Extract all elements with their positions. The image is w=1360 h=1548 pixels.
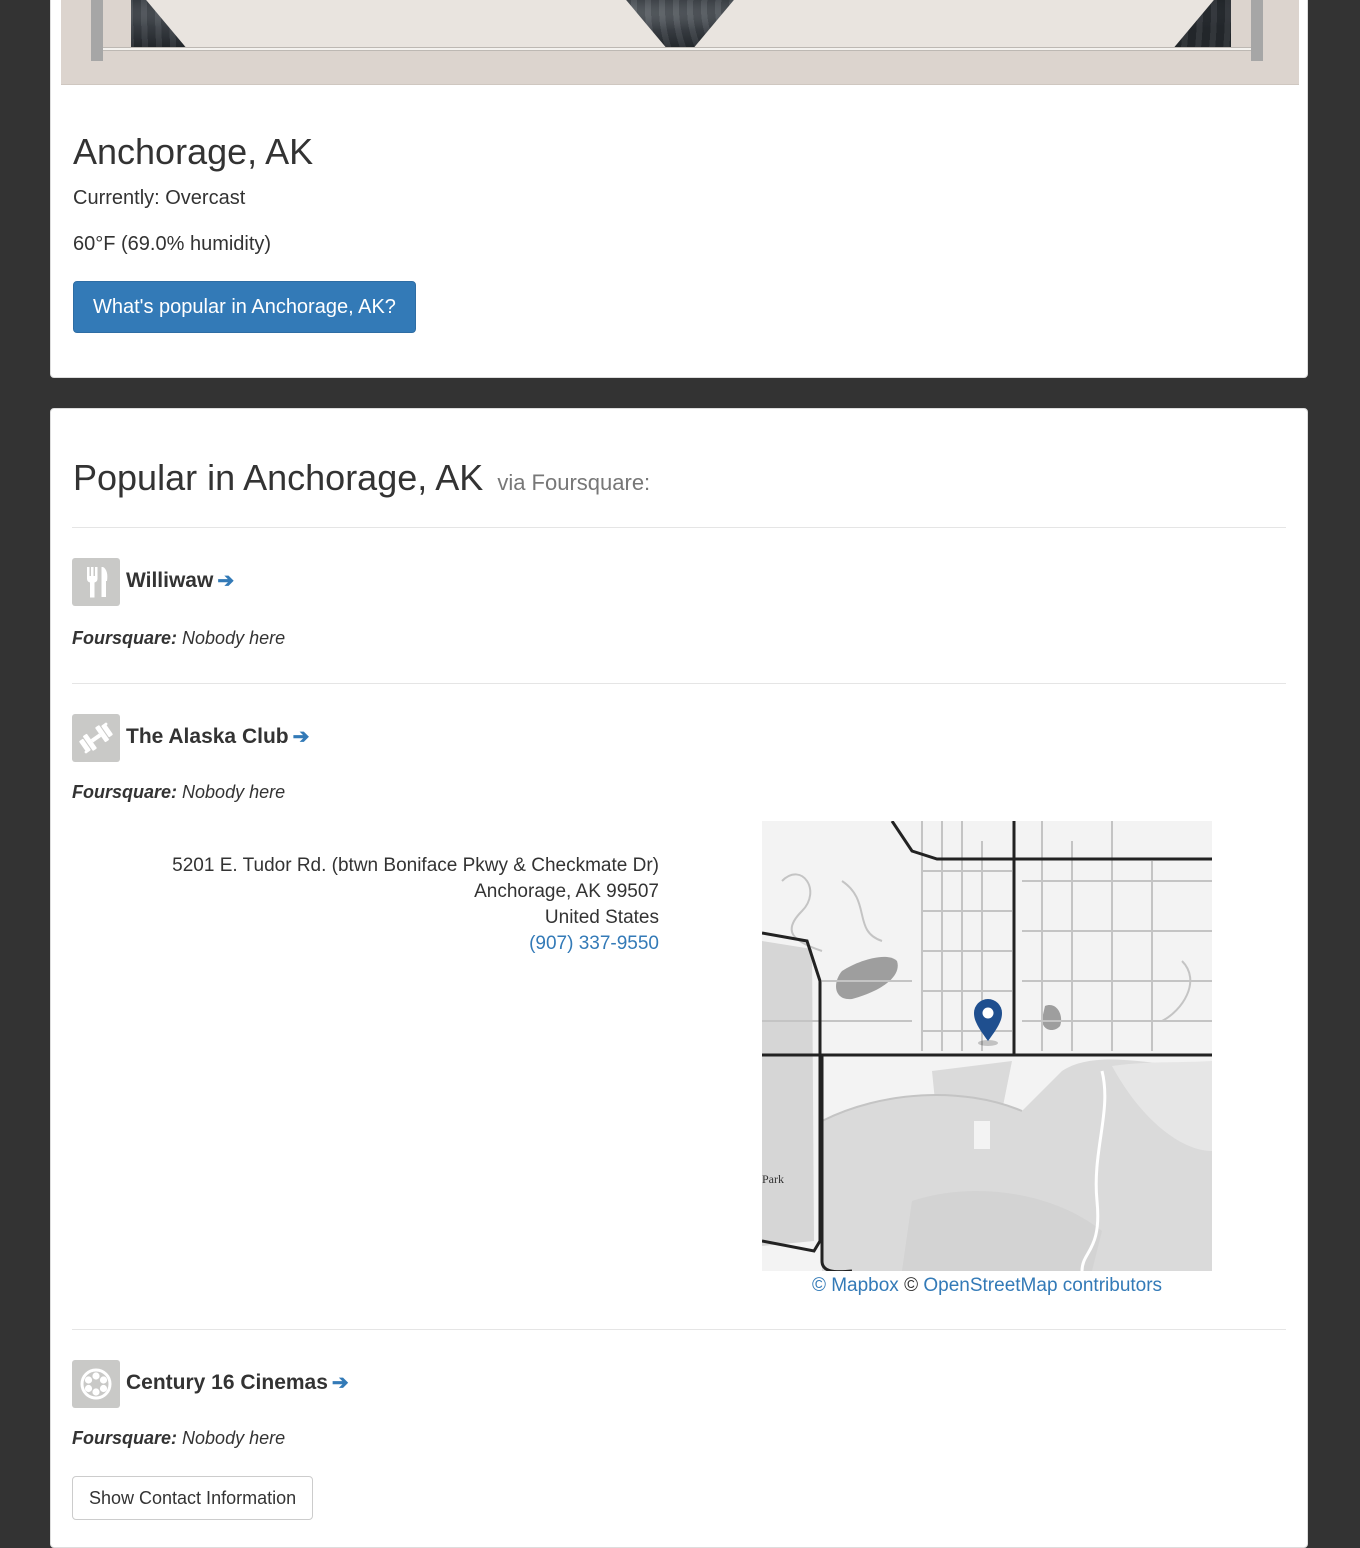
temperature-humidity: 60°F (69.0% humidity) [73, 233, 272, 255]
foursquare-status: Foursquare: Nobody here [72, 782, 286, 802]
arrow-right-icon: ➔ [331, 1372, 349, 1394]
venue-name-text: Williwaw [126, 569, 214, 592]
whats-popular-button[interactable]: What's popular in Anchorage, AK? [73, 281, 416, 333]
address-country: United States [544, 907, 659, 928]
weather-header-image [61, 0, 1299, 85]
venue-name-text: The Alaska Club [126, 725, 289, 748]
map-park-label: Park [762, 1172, 784, 1186]
openstreetmap-link[interactable]: OpenStreetMap contributors [923, 1275, 1162, 1296]
phone-link[interactable]: (907) 337-9550 [172, 931, 659, 957]
popular-title: Popular in Anchorage, AK via Foursquare: [73, 457, 650, 499]
venue-map[interactable]: Park [762, 821, 1212, 1271]
weather-card: Anchorage, AK Currently: Overcast 60°F (… [50, 0, 1308, 378]
dumbbell-icon [72, 714, 120, 762]
foursquare-status: Foursquare: Nobody here [72, 628, 286, 648]
via-foursquare: via Foursquare: [497, 470, 651, 495]
venue-name-text: Century 16 Cinemas [126, 1371, 328, 1394]
map-attribution: © Mapbox © OpenStreetMap contributors [811, 1275, 1163, 1296]
divider [72, 683, 1286, 684]
venue-link[interactable]: Century 16 Cinemas ➔ [126, 1370, 349, 1395]
address-street: 5201 E. Tudor Rd. (btwn Boniface Pkwy & … [172, 855, 659, 876]
show-contact-button[interactable]: Show Contact Information [72, 1476, 314, 1520]
popular-title-text: Popular in Anchorage, AK [73, 457, 484, 498]
foursquare-status: Foursquare: Nobody here [72, 1428, 286, 1448]
current-conditions: Currently: Overcast [73, 187, 246, 209]
divider [72, 527, 1286, 528]
arrow-right-icon: ➔ [292, 726, 310, 748]
fork-knife-icon [72, 558, 120, 606]
film-reel-icon [72, 1360, 120, 1408]
venue-link[interactable]: Williwaw ➔ [126, 568, 234, 593]
mapbox-link[interactable]: © Mapbox [812, 1275, 899, 1296]
venue-link[interactable]: The Alaska Club ➔ [126, 724, 309, 749]
city-title: Anchorage, AK [73, 131, 314, 172]
popular-card: Popular in Anchorage, AK via Foursquare:… [50, 408, 1308, 1548]
arrow-right-icon: ➔ [217, 570, 235, 592]
venue-address: 5201 E. Tudor Rd. (btwn Boniface Pkwy & … [172, 853, 659, 957]
divider [72, 1329, 1286, 1330]
address-city: Anchorage, AK 99507 [474, 881, 659, 902]
